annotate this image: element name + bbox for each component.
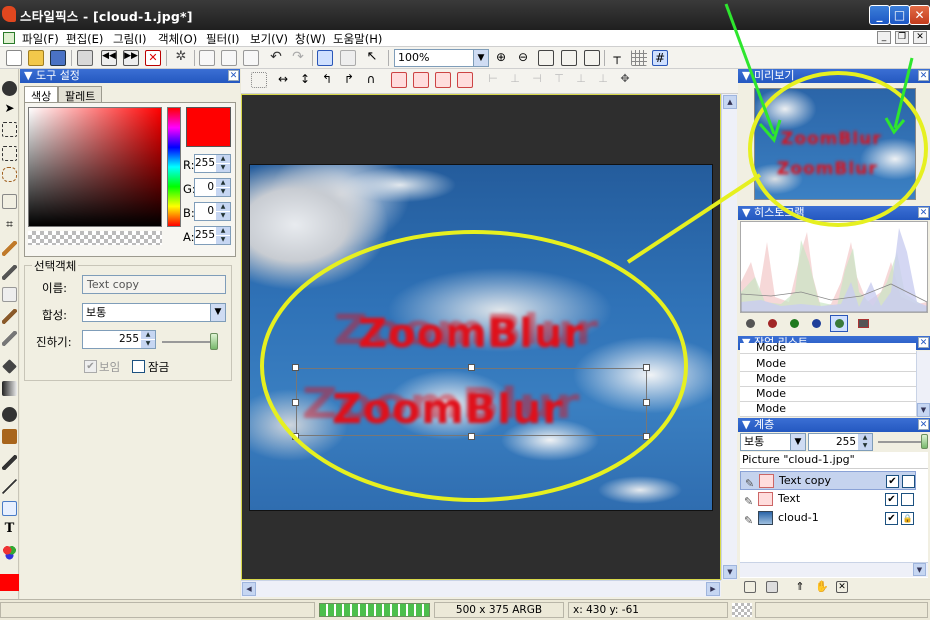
status-bar: 500 x 375 ARGB x: 430 y: -61: [0, 599, 930, 620]
transparency-indicator: [732, 603, 752, 617]
highlight-connector: [626, 173, 762, 264]
progress-fill: [320, 604, 429, 616]
progress-bar: [319, 603, 430, 617]
status-extra: [755, 602, 928, 618]
status-message: [0, 602, 315, 618]
annotation-overlay: [260, 3, 928, 502]
image-info: 500 x 375 ARGB: [434, 602, 564, 618]
highlight-ellipse-preview: [748, 71, 928, 227]
green-arrow-left: [724, 3, 776, 135]
cursor-coords: x: 430 y: -61: [568, 602, 728, 618]
highlight-ellipse-canvas: [260, 230, 688, 502]
